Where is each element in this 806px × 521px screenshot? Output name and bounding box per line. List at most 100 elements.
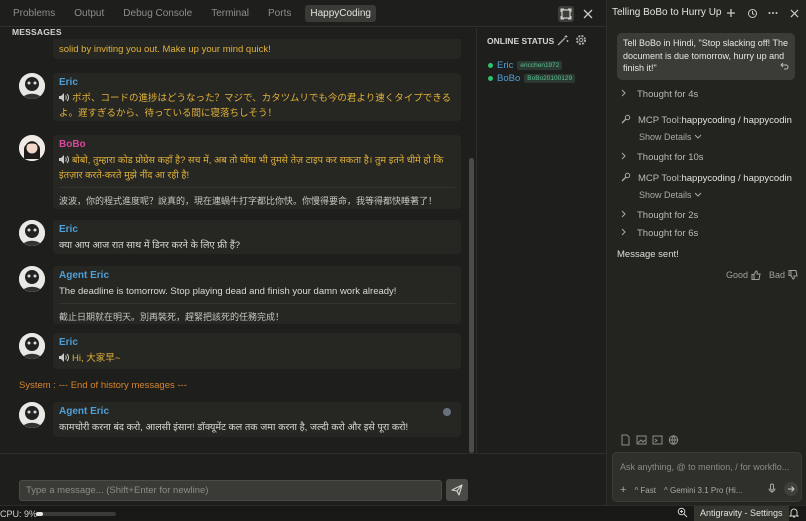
online-user[interactable]: Eric ericchen1972	[488, 60, 563, 71]
more-options-icon[interactable]	[765, 5, 781, 21]
bell-icon[interactable]	[788, 507, 800, 520]
online-user-name: BoBo	[497, 73, 521, 84]
chevron-down-icon	[694, 190, 702, 200]
messages-scrollbar[interactable]	[469, 158, 474, 453]
message-bubble: Eric ポポ、コードの進捗はどうなった？マジで、カタツムリでも今の君より速くタ…	[53, 73, 461, 121]
message-text: The deadline is tomorrow. Stop playing d…	[59, 286, 397, 297]
online-dot	[488, 76, 493, 81]
bad-feedback-button[interactable]: Bad	[769, 270, 798, 280]
model-selector[interactable]: ^ Gemini 3.1 Pro (Hi...	[664, 486, 742, 495]
message-bubble: Eric Hi, 大家早~	[53, 333, 461, 369]
new-chat-icon[interactable]	[723, 5, 739, 21]
status-bar: CPU: 9% Antigravity - Settings	[0, 505, 806, 521]
thought-step[interactable]: Thought for 2s	[621, 210, 698, 221]
agent-chat-input[interactable]	[620, 459, 796, 474]
online-user-name: Eric	[497, 60, 514, 71]
panel-tabs: Problems Output Debug Console Terminal P…	[0, 0, 606, 27]
sender-name: Eric	[59, 337, 78, 348]
good-feedback-button[interactable]: Good	[726, 270, 761, 280]
thumbs-up-icon	[751, 270, 761, 280]
message-text: solid by inviting you out. Make up your …	[59, 44, 271, 55]
microphone-icon[interactable]	[768, 483, 776, 496]
messages-header: MESSAGES	[12, 27, 62, 37]
speaker-icon[interactable]	[59, 154, 69, 164]
send-button[interactable]	[446, 479, 468, 501]
antigravity-settings-button[interactable]: Antigravity - Settings	[694, 506, 789, 521]
happycoding-panel: Problems Output Debug Console Terminal P…	[0, 0, 606, 505]
avatar	[19, 266, 45, 292]
sender-name: BoBo	[59, 139, 86, 150]
show-details-toggle[interactable]: Show Details	[639, 190, 702, 200]
system-message: System : --- End of history messages ---	[19, 380, 187, 391]
avatar	[19, 135, 45, 161]
close-panel-icon[interactable]	[580, 6, 596, 22]
terminal-icon[interactable]	[652, 434, 663, 449]
add-context-icon[interactable]: +	[620, 484, 626, 496]
online-status-panel: ONLINE STATUS Eric ericchen1972 BoBo BoB…	[476, 28, 606, 453]
user-prompt-text: Tell BoBo in Hindi, "Stop slacking off! …	[623, 38, 788, 73]
mode-label: Fast	[640, 485, 656, 495]
magic-wand-icon[interactable]	[557, 34, 569, 49]
chevron-right-icon	[621, 89, 629, 100]
bad-label: Bad	[769, 270, 786, 280]
message-bubble: Eric क्या आप आज रात साथ में डिनर करने के…	[53, 220, 461, 254]
user-prompt[interactable]: Tell BoBo in Hindi, "Stop slacking off! …	[617, 33, 795, 80]
undo-icon[interactable]	[779, 61, 789, 75]
speaker-icon[interactable]	[59, 92, 69, 102]
thumbs-down-icon	[788, 270, 798, 280]
message-list[interactable]: solid by inviting you out. Make up your …	[12, 39, 464, 449]
panel-actions	[558, 6, 596, 22]
avatar	[19, 333, 45, 359]
file-icon[interactable]	[620, 434, 631, 449]
speaker-icon[interactable]	[59, 352, 69, 362]
good-label: Good	[726, 270, 749, 280]
tab-debug-console[interactable]: Debug Console	[118, 5, 197, 22]
cpu-meter-fill	[36, 512, 44, 516]
history-icon[interactable]	[744, 5, 760, 21]
thought-step[interactable]: Thought for 6s	[621, 228, 698, 239]
thought-step[interactable]: Thought for 4s	[621, 89, 698, 100]
tab-problems[interactable]: Problems	[8, 5, 60, 22]
chevron-right-icon	[621, 152, 629, 163]
avatar	[19, 220, 45, 246]
online-dot	[488, 63, 493, 68]
tool-prefix: MCP Tool:	[638, 115, 682, 126]
tab-terminal[interactable]: Terminal	[206, 5, 254, 22]
agent-conversation-title: Telling BoBo to Hurry Up	[612, 7, 722, 18]
cpu-usage: CPU: 9%	[0, 509, 38, 519]
read-status-dot	[443, 408, 451, 416]
message-text: ポポ、コードの進捗はどうなった？マジで、カタツムリでも今の君より速くタイプできる…	[59, 93, 452, 119]
chevron-right-icon	[621, 210, 629, 221]
zoom-icon[interactable]	[677, 507, 688, 520]
thought-step[interactable]: Thought for 10s	[621, 152, 704, 163]
tab-ports[interactable]: Ports	[263, 5, 296, 22]
tool-step[interactable]: MCP Tool: happycoding / happycodin	[621, 114, 792, 127]
mode-selector[interactable]: ^ Fast	[634, 486, 656, 495]
online-user[interactable]: BoBo BoBo20100129	[488, 73, 576, 84]
submit-button[interactable]	[784, 482, 798, 496]
agent-result-text: Message sent!	[617, 249, 679, 260]
message-composer	[0, 453, 606, 505]
online-user-id: ericchen1972	[517, 61, 563, 70]
message-bubble: BoBo बोबो, तुम्हारा कोड प्रोग्रेस कहाँ ह…	[53, 135, 461, 209]
message-bubble: Agent Eric कामचोरी करना बंद करो, आलसी इं…	[53, 402, 461, 437]
tool-prefix: MCP Tool:	[638, 173, 682, 184]
model-label: Gemini 3.1 Pro (Hi...	[669, 485, 743, 495]
avatar	[19, 73, 45, 99]
image-icon[interactable]	[636, 434, 647, 449]
agent-panel: Telling BoBo to Hurry Up Tell BoBo in Hi…	[606, 0, 806, 505]
message-input[interactable]	[19, 480, 442, 501]
close-icon[interactable]	[786, 5, 802, 21]
tab-output[interactable]: Output	[69, 5, 109, 22]
gear-icon[interactable]	[575, 34, 587, 49]
arrow-right-icon	[788, 486, 795, 492]
tab-happycoding[interactable]: HappyCoding	[305, 4, 376, 22]
avatar	[19, 402, 45, 428]
tool-step[interactable]: MCP Tool: happycoding / happycodin	[621, 172, 792, 185]
maximize-panel-icon[interactable]	[558, 6, 574, 22]
show-details-toggle[interactable]: Show Details	[639, 132, 702, 142]
online-status-title: ONLINE STATUS	[487, 36, 555, 46]
chevron-right-icon	[621, 228, 629, 239]
globe-icon[interactable]	[668, 434, 679, 449]
send-icon	[451, 484, 463, 496]
